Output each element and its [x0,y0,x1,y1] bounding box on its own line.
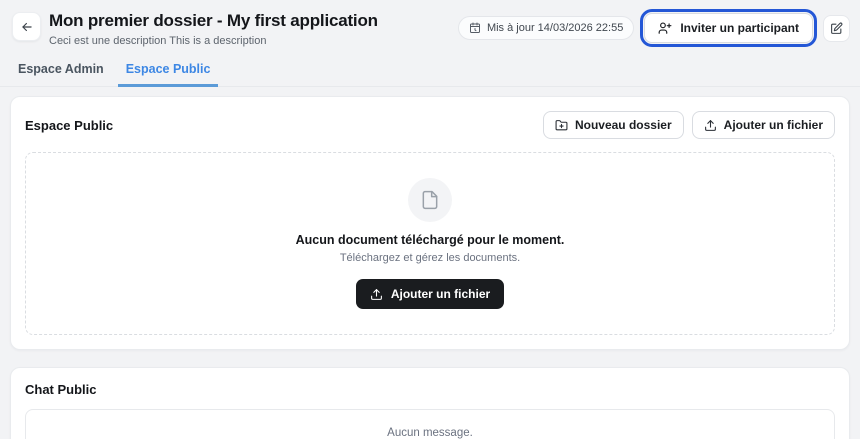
public-space-card-header: Espace Public Nouveau dossier Ajouter un… [11,97,849,152]
document-dropzone[interactable]: Aucun document téléchargé pour le moment… [25,152,835,335]
page-subtitle: Ceci est une description This is a descr… [49,35,267,47]
title-block: Mon premier dossier - My first applicati… [49,10,458,48]
public-space-title: Espace Public [25,117,114,133]
chat-empty-message: Aucun message. [387,427,473,439]
last-updated-text: Mis à jour 14/03/2026 22:55 [486,22,624,34]
chat-messages-box: Aucun message. [25,409,835,439]
back-button[interactable] [12,12,41,41]
last-updated-badge: Mis à jour 14/03/2026 22:55 [457,16,635,40]
empty-state-title: Aucun document téléchargé pour le moment… [295,233,565,247]
public-space-actions: Nouveau dossier Ajouter un fichier [542,111,835,139]
empty-add-file-button[interactable]: Ajouter un fichier [355,279,505,309]
page-header: Mon premier dossier - My first applicati… [0,0,860,48]
page-title: Mon premier dossier - My first applicati… [49,11,378,30]
tab-espace-admin[interactable]: Espace Admin [10,55,112,87]
empty-state-subtitle: Téléchargez et gérez les documents. [339,252,521,264]
invite-participant-label: Inviter un participant [680,21,799,35]
arrow-left-icon [20,20,34,34]
calendar-clock-icon [469,22,481,34]
add-file-label: Ajouter un fichier [723,118,823,132]
header-actions: Mis à jour 14/03/2026 22:55 Inviter un p… [457,9,850,47]
upload-icon [370,288,383,301]
tab-espace-public[interactable]: Espace Public [117,55,219,87]
public-space-card: Espace Public Nouveau dossier Ajouter un… [10,96,850,350]
invite-participant-button[interactable]: Inviter un participant [640,9,817,47]
chat-title: Chat Public [25,382,97,397]
new-folder-label: Nouveau dossier [574,118,672,132]
empty-state-illustration [408,178,452,222]
file-icon [420,190,440,210]
tab-bar: Espace Admin Espace Public [0,55,860,87]
empty-add-file-label: Ajouter un fichier [390,287,491,301]
edit-button[interactable] [823,14,850,42]
edit-icon [830,22,843,35]
upload-icon [704,119,717,132]
new-folder-button[interactable]: Nouveau dossier [542,111,684,139]
user-plus-icon [658,21,672,35]
add-file-button[interactable]: Ajouter un fichier [691,111,835,139]
chat-card: Chat Public Aucun message. [10,367,850,439]
folder-plus-icon [555,119,568,132]
